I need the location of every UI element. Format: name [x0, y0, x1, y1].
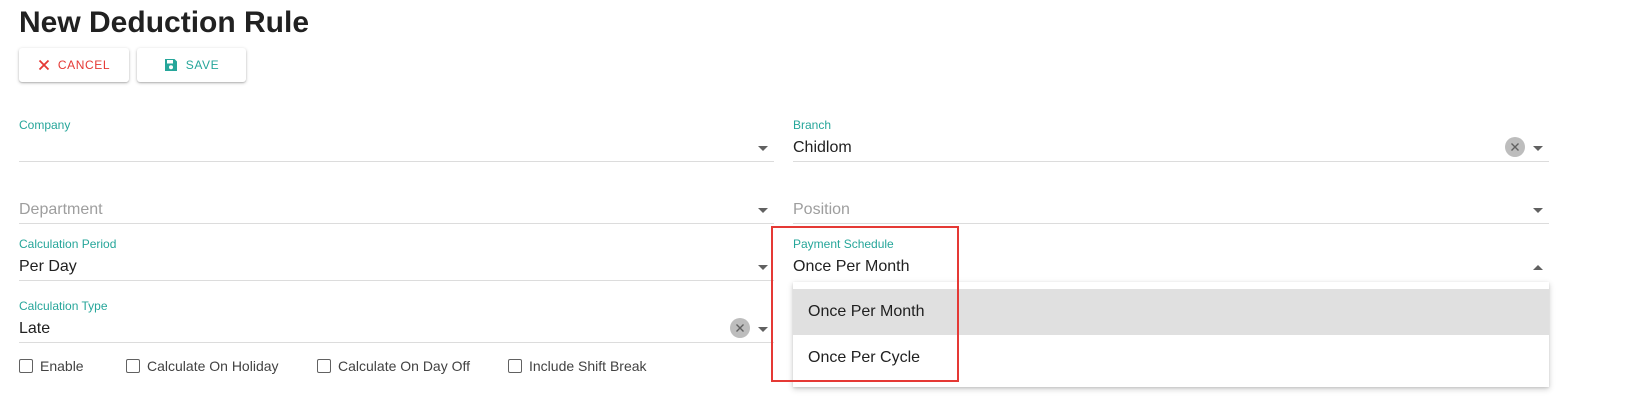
department-placeholder: Department: [19, 201, 103, 218]
company-label: Company: [19, 118, 71, 132]
chevron-down-icon[interactable]: [1533, 146, 1543, 151]
position-underline: [793, 223, 1549, 224]
chevron-down-icon[interactable]: [758, 265, 768, 270]
calculation-type-label: Calculation Type: [19, 299, 108, 313]
close-icon: [38, 59, 50, 71]
calculation-type-underline: [19, 342, 774, 343]
branch-underline: [793, 161, 1549, 162]
calculate-on-holiday-label: Calculate On Holiday: [147, 358, 279, 374]
checkbox-box[interactable]: [19, 359, 33, 373]
save-button-label: SAVE: [185, 58, 220, 72]
calculation-period-underline: [19, 280, 774, 281]
payment-schedule-value: Once Per Month: [793, 258, 910, 275]
calculation-type-select[interactable]: Calculation Type Late: [19, 287, 774, 343]
branch-label: Branch: [793, 118, 832, 132]
calculation-period-label: Calculation Period: [19, 237, 117, 251]
enable-checkbox[interactable]: Enable: [19, 358, 84, 374]
payment-schedule-select[interactable]: Payment Schedule Once Per Month: [793, 225, 1549, 281]
clear-icon[interactable]: [730, 318, 750, 338]
company-select[interactable]: Company: [19, 106, 774, 162]
enable-checkbox-label: Enable: [40, 358, 84, 374]
position-select[interactable]: Position: [793, 168, 1549, 224]
calculate-on-holiday-checkbox[interactable]: Calculate On Holiday: [126, 358, 279, 374]
page-title: New Deduction Rule: [19, 6, 310, 39]
branch-value: Chidlom: [793, 139, 852, 156]
save-button[interactable]: SAVE: [137, 48, 246, 82]
position-placeholder: Position: [793, 201, 850, 218]
chevron-down-icon[interactable]: [758, 146, 768, 151]
payment-schedule-label: Payment Schedule: [793, 237, 894, 251]
option-once-per-cycle[interactable]: Once Per Cycle: [793, 335, 1549, 381]
checkbox-box[interactable]: [126, 359, 140, 373]
branch-select[interactable]: Branch Chidlom: [793, 106, 1549, 162]
chevron-down-icon[interactable]: [1533, 208, 1543, 213]
calculate-on-day-off-label: Calculate On Day Off: [338, 358, 471, 374]
floppy-disk-icon: [164, 58, 178, 72]
calculate-on-day-off-checkbox[interactable]: Calculate On Day Off: [317, 358, 470, 374]
calculation-period-select[interactable]: Calculation Period Per Day: [19, 225, 774, 281]
payment-schedule-menu: Once Per Month Once Per Cycle: [793, 282, 1549, 387]
chevron-down-icon[interactable]: [758, 208, 768, 213]
department-underline: [19, 223, 774, 224]
checkbox-box[interactable]: [317, 359, 331, 373]
option-once-per-month[interactable]: Once Per Month: [793, 289, 1549, 335]
chevron-down-icon[interactable]: [758, 327, 768, 332]
department-select[interactable]: Department: [19, 168, 774, 224]
company-underline: [19, 161, 774, 162]
chevron-up-icon[interactable]: [1533, 265, 1543, 270]
calculation-type-value: Late: [19, 320, 51, 337]
clear-icon[interactable]: [1505, 137, 1525, 157]
include-shift-break-label: Include Shift Break: [529, 358, 647, 374]
cancel-button[interactable]: CANCEL: [19, 48, 129, 82]
checkbox-box[interactable]: [508, 359, 522, 373]
cancel-button-label: CANCEL: [57, 58, 111, 72]
calculation-period-value: Per Day: [19, 258, 77, 275]
include-shift-break-checkbox[interactable]: Include Shift Break: [508, 358, 647, 374]
